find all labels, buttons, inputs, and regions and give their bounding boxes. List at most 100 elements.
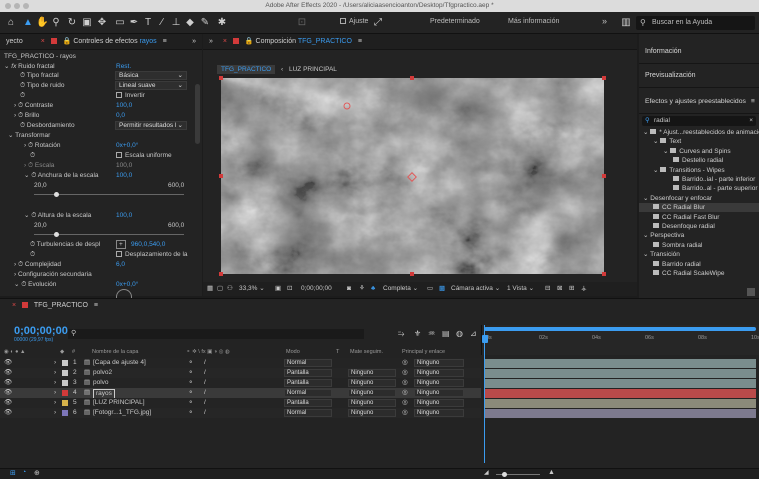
layer-row[interactable]: 👁 › 3 ▤ polvo ⚬ / Pantalla Ninguno ◎ Ninguno [0,378,481,388]
expand-chevron-icon[interactable]: › [54,378,56,388]
toggle-render-icon[interactable]: ⊕ [34,469,40,477]
quality-switch-icon[interactable]: / [204,388,206,398]
layer-duration-bar[interactable] [484,359,756,368]
panel-menu-icon[interactable]: ≡ [751,90,755,114]
turbulence-offset-value[interactable]: 960,0,540,0 [131,240,165,250]
draft-3d-icon[interactable]: ⚜ [414,329,421,338]
stopwatch-icon[interactable]: ⏱ [30,241,35,248]
pickwhip-icon[interactable]: ◎ [402,378,408,388]
adjust-checkbox[interactable]: Ajuste [340,18,368,25]
layer-label-color[interactable] [62,370,68,376]
brush-tool-icon[interactable]: ∕ [156,16,168,30]
layer-row[interactable]: 👁 › 6 ▤ [Fotogr...1_TFG.jpg] ⚬ / Normal Ninguno ◎… [0,408,481,418]
effects-tree-item[interactable]: ⌄ Perspectiva [639,231,759,240]
effects-tree-item[interactable]: CC Radial Fast Blur [639,213,759,222]
quality-switch-icon[interactable]: / [204,398,206,408]
prop-rotation[interactable]: › ⏱ Rotación [0,141,61,151]
track-matte-select[interactable]: Ninguno [348,379,396,387]
help-search-input[interactable]: ⚲ Buscar en la Ayuda [636,16,755,30]
layer-duration-bar[interactable] [484,389,756,398]
layer-mode-select[interactable]: Normal [284,389,332,397]
layer-label-color[interactable] [62,400,68,406]
layer-name[interactable]: [LUZ PRINCIPAL] [93,398,145,408]
pan-behind-tool-icon[interactable]: ✥ [96,16,108,30]
layer-row[interactable]: 👁 › 4 ▤ rayos ⚬ / Normal Ninguno ◎ Ninguno [0,388,481,399]
eraser-tool-icon[interactable]: ◆ [184,16,196,30]
stopwatch-icon[interactable]: ⏱ [18,102,23,109]
expand-chevron-icon[interactable]: › [54,358,56,368]
prop-contrast[interactable]: › ⏱ Contraste [0,101,53,111]
parent-select[interactable]: Ninguno [414,399,464,407]
composition-tab-name[interactable]: TFG_PRACTICO [298,38,352,45]
quality-switch-icon[interactable]: / [204,358,206,368]
effects-tree-item[interactable]: CC Radial Blur [639,203,759,213]
effects-tree-item[interactable]: CC Radial ScaleWipe [639,269,759,278]
parent-select[interactable]: Ninguno [414,369,464,377]
prop-scale-width[interactable]: ⌄ ⏱ Anchura de la escala [0,171,99,181]
snap-icon[interactable]: ⊡ [296,16,308,30]
layer-name[interactable]: [Fotogr...1_TFG.jpg] [93,408,151,418]
layer-mode-select[interactable]: Pantalla [284,379,332,387]
group-transform[interactable]: ⌄ Transformar [0,131,50,141]
zoom-select[interactable]: 33,3% ⌄ [239,282,265,296]
region-icon[interactable]: ⊡ [287,282,292,296]
effect-controls-tab-title[interactable]: Controles de efectos [73,38,137,45]
shy-switch-icon[interactable]: ⚬ [188,368,193,378]
expand-chevron-icon[interactable]: › [54,368,56,378]
expand-chevron-icon[interactable]: › [54,408,56,418]
layer-mode-select[interactable]: Pantalla [284,369,332,377]
close-tab-icon[interactable]: × [12,302,16,309]
parent-select[interactable]: Ninguno [414,409,464,417]
camera-tool-icon[interactable]: ▣ [80,16,94,30]
home-icon[interactable]: ⌂ [4,16,18,30]
crosshair-icon[interactable]: + [116,240,126,249]
fractal-type-select[interactable]: Básica ⌄ [115,71,187,80]
camera-select[interactable]: Cámara activa ⌄ [451,282,500,296]
close-tab-icon[interactable]: × [223,38,227,45]
layer-handle[interactable] [602,174,606,178]
eye-icon[interactable]: 👁 [4,388,12,398]
effects-tree-item[interactable]: ⌄ Transición [639,250,759,259]
layer-row[interactable]: 👁 › 5 ▤ [LUZ PRINCIPAL] ⚬ / Pantalla Ninguno ◎ Nin… [0,398,481,408]
layer-name[interactable]: polvo [93,378,109,388]
fractal-noise-canvas[interactable] [221,78,604,274]
toggle-modes-icon[interactable]: ◔ [22,469,26,476]
channels-icon[interactable]: ♣ [371,282,375,296]
overflow-icon[interactable]: » [209,38,213,45]
timeline-tab-name[interactable]: TFG_PRACTICO [34,302,88,309]
effects-tree-item[interactable]: ⌄ Text [639,137,759,146]
eye-icon[interactable]: 👁 [4,408,12,418]
complexity-value[interactable]: 6,0 [116,260,125,270]
layer-row[interactable]: 👁 › 1 ▤ [Capa de ajuste 4] ⚬ / Normal ◎ Ninguno [0,358,481,368]
parent-select[interactable]: Ninguno [414,379,464,387]
puppet-pin-tool-icon[interactable]: ✱ [216,16,228,30]
eye-icon[interactable]: 👁 [4,378,12,388]
scale-height-slider[interactable] [34,232,184,237]
layer-handle[interactable] [410,76,414,80]
views-select[interactable]: 1 Vista ⌄ [507,282,534,296]
panel-scrollbar[interactable] [195,84,200,144]
effects-presets-header[interactable]: Efectos y ajustes preestablecidos ≡ [639,90,759,114]
stopwatch-icon[interactable]: ⏱ [30,152,35,159]
brightness-value[interactable]: 0,0 [116,111,125,121]
graph-editor-icon[interactable]: ⊿ [470,329,477,338]
zoom-in-icon[interactable]: ▲ [548,469,555,476]
slider-knob[interactable] [54,192,59,197]
lock-icon[interactable]: 🔒 [245,38,254,45]
effects-tree-item[interactable]: Barrido..al - parte superior [639,184,759,193]
prop-evolution[interactable]: ⌄ ⏱ Evolución [0,280,56,290]
track-matte-select[interactable]: Ninguno [348,389,396,397]
layer-duration-bar[interactable] [484,369,756,378]
flowchart-icon[interactable]: ⚶ [581,282,587,296]
prop-scale-height[interactable]: ⌄ ⏱ Altura de la escala [0,211,91,221]
chevron-down-icon[interactable]: ⌄ [4,63,9,70]
panel-layout-icon[interactable]: ▥ [620,16,632,30]
overflow-icon[interactable]: » [192,34,196,49]
effects-tree-item[interactable]: Sombra radial [639,241,759,250]
layer-mode-select[interactable]: Normal [284,359,332,367]
mask-icon[interactable]: ⚇ [227,282,233,296]
current-time-indicator[interactable] [484,325,485,463]
toggle-switches-icon[interactable]: ⊞ [10,469,16,477]
show-snapshot-icon[interactable]: ⚘ [359,282,365,296]
layer-handle[interactable] [219,272,223,276]
